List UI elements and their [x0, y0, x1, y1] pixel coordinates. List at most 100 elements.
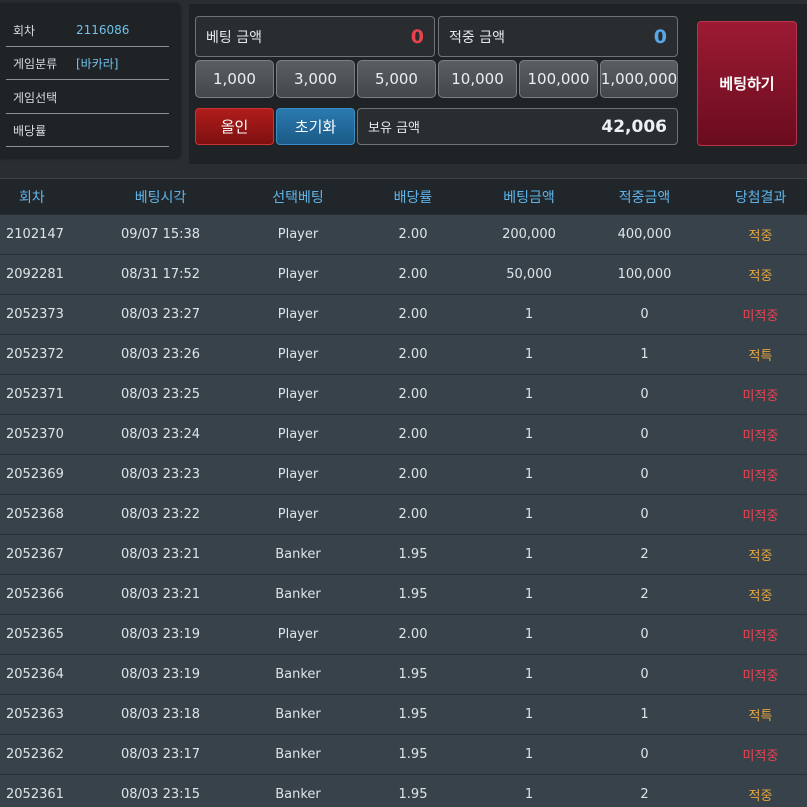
- table-row: 2052372 08/03 23:26 Player 2.00 1 1 적특: [0, 335, 807, 375]
- win-cell: 1: [640, 347, 649, 362]
- win-cell: 2: [640, 547, 649, 562]
- table-row: 2052368 08/03 23:22 Player 2.00 1 0 미적중: [0, 495, 807, 535]
- odds-cell: 2.00: [398, 227, 428, 242]
- chip-5000-button[interactable]: 5,000: [357, 60, 436, 98]
- win-cell: 2: [640, 787, 649, 802]
- win-cell: 0: [640, 307, 649, 322]
- time-cell: 08/03 23:25: [120, 387, 201, 402]
- pick-cell: Player: [277, 507, 319, 522]
- table-row: 2052366 08/03 23:21 Banker 1.95 1 2 적중: [0, 575, 807, 615]
- table-row: 2052371 08/03 23:25 Player 2.00 1 0 미적중: [0, 375, 807, 415]
- pick-cell: Player: [277, 227, 319, 242]
- pick-cell: Player: [277, 387, 319, 402]
- info-row-category: 게임분류 [바카라]: [6, 47, 169, 80]
- odds-cell: 1.95: [398, 707, 428, 722]
- table-row: 2092281 08/31 17:52 Player 2.00 50,000 100,00…: [0, 255, 807, 295]
- table-row: 2052369 08/03 23:23 Player 2.00 1 0 미적중: [0, 455, 807, 495]
- bet-cell: 50,000: [506, 267, 552, 282]
- chip-1000-button[interactable]: 1,000: [195, 60, 274, 98]
- bet-cell: 1: [524, 547, 534, 562]
- win-amount-label: 적중 금액: [449, 29, 505, 46]
- history-table-header: 회차 베팅시각 선택베팅 배당률 베팅금액 적중금액 당첨결과: [0, 178, 807, 214]
- chip-100000-button[interactable]: 100,000: [519, 60, 598, 98]
- header-round: 회차: [19, 189, 45, 206]
- bet-cell: 1: [524, 627, 534, 642]
- pick-cell: Banker: [275, 587, 321, 602]
- betting-panel: 베팅 금액 0 적중 금액 0 1,000 3,000 5,000 10,000…: [189, 4, 807, 164]
- category-value: [바카라]: [76, 56, 119, 71]
- round-cell: 2052365: [6, 627, 64, 642]
- odds-cell: 2.00: [398, 387, 428, 402]
- bet-cell: 1: [524, 747, 534, 762]
- win-cell: 0: [640, 507, 649, 522]
- time-cell: 08/03 23:17: [120, 747, 201, 762]
- table-row: 2052361 08/03 23:15 Banker 1.95 1 2 적중: [0, 775, 807, 807]
- round-cell: 2052370: [6, 427, 64, 442]
- table-row: 2052370 08/03 23:24 Player 2.00 1 0 미적중: [0, 415, 807, 455]
- header-pick: 선택베팅: [272, 189, 324, 206]
- chip-1000000-button[interactable]: 1,000,000: [600, 60, 678, 98]
- odds-cell: 1.95: [398, 787, 428, 802]
- pick-cell: Player: [277, 427, 319, 442]
- place-bet-button[interactable]: 베팅하기: [697, 21, 797, 146]
- round-cell: 2052362: [6, 747, 64, 762]
- win-cell: 0: [640, 387, 649, 402]
- bet-cell: 1: [524, 307, 534, 322]
- odds-cell: 1.95: [398, 547, 428, 562]
- bet-cell: 1: [524, 347, 534, 362]
- result-cell: 미적중: [742, 629, 779, 644]
- result-cell: 적중: [748, 229, 773, 244]
- balance-label: 보유 금액: [368, 121, 420, 136]
- category-label: 게임분류: [13, 56, 58, 71]
- table-row: 2102147 09/07 15:38 Player 2.00 200,000 400,0…: [0, 215, 807, 255]
- round-cell: 2052366: [6, 587, 64, 602]
- win-cell: 2: [640, 587, 649, 602]
- win-cell: 0: [640, 427, 649, 442]
- time-cell: 08/03 23:23: [120, 467, 201, 482]
- round-cell: 2052372: [6, 347, 64, 362]
- time-cell: 08/03 23:22: [120, 507, 201, 522]
- info-row-odds: 배당률: [6, 114, 169, 147]
- result-cell: 적중: [748, 549, 773, 564]
- result-cell: 적특: [748, 709, 773, 724]
- time-cell: 08/03 23:26: [120, 347, 201, 362]
- win-cell: 0: [640, 467, 649, 482]
- time-cell: 08/03 23:19: [120, 667, 201, 682]
- game-info-panel: 회차 2116086 게임분류 [바카라] 게임선택 배당률: [0, 4, 180, 158]
- bet-amount-label: 베팅 금액: [206, 29, 262, 46]
- pick-cell: Player: [277, 307, 319, 322]
- header-result: 당첨결과: [734, 189, 787, 206]
- odds-cell: 1.95: [398, 667, 428, 682]
- pick-cell: Player: [277, 347, 319, 362]
- reset-button[interactable]: 초기화: [276, 108, 355, 145]
- round-cell: 2052361: [6, 787, 64, 802]
- balance-box: 보유 금액 42,006: [357, 108, 678, 145]
- win-cell: 0: [640, 627, 649, 642]
- round-label: 회차: [13, 23, 36, 38]
- chip-10000-button[interactable]: 10,000: [438, 60, 517, 98]
- bet-cell: 1: [524, 667, 534, 682]
- bet-cell: 1: [524, 467, 534, 482]
- result-cell: 미적중: [742, 749, 779, 764]
- chip-3000-button[interactable]: 3,000: [276, 60, 355, 98]
- win-cell: 0: [640, 747, 649, 762]
- odds-cell: 2.00: [398, 467, 428, 482]
- time-cell: 08/03 23:21: [120, 587, 201, 602]
- bet-cell: 1: [524, 427, 534, 442]
- win-cell: 100,000: [617, 267, 672, 282]
- bet-cell: 1: [524, 707, 534, 722]
- time-cell: 08/03 23:27: [120, 307, 201, 322]
- time-cell: 08/03 23:21: [120, 547, 201, 562]
- pick-cell: Banker: [275, 547, 321, 562]
- odds-cell: 2.00: [398, 507, 428, 522]
- pick-cell: Banker: [275, 667, 321, 682]
- win-cell: 400,000: [617, 227, 672, 242]
- win-cell: 0: [640, 667, 649, 682]
- bet-cell: 1: [524, 507, 534, 522]
- all-in-button[interactable]: 올인: [195, 108, 274, 145]
- table-row: 2052365 08/03 23:19 Player 2.00 1 0 미적중: [0, 615, 807, 655]
- pick-cell: Player: [277, 627, 319, 642]
- round-cell: 2052368: [6, 507, 64, 522]
- table-row: 2052367 08/03 23:21 Banker 1.95 1 2 적중: [0, 535, 807, 575]
- time-cell: 08/03 23:19: [120, 627, 201, 642]
